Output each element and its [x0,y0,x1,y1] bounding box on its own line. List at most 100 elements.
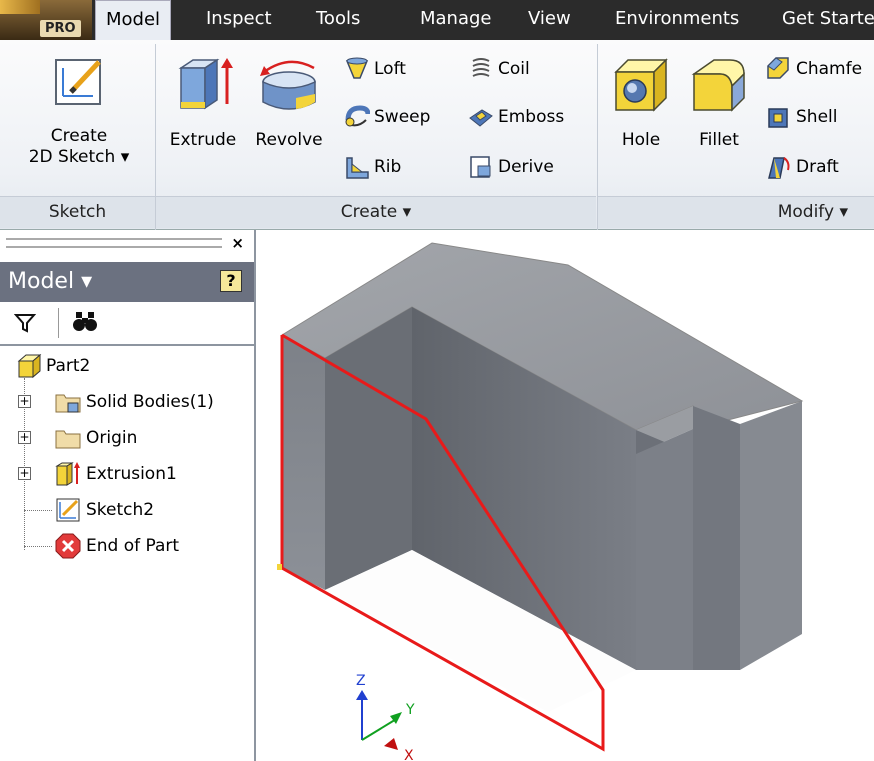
browser-toolbar [0,302,254,346]
emboss-label: Emboss [498,107,565,127]
tab-environments[interactable]: Environments [605,0,749,40]
chevron-down-icon: ▾ [81,269,93,294]
ribbon: Create 2D Sketch ▾ Sketch Extrude Revolv… [0,40,874,230]
panel-label-sketch: Sketch [0,196,155,228]
create-sketch-label-line2: 2D Sketch [28,147,116,167]
loft-button[interactable]: Loft [344,54,406,84]
expand-icon[interactable]: + [18,395,31,408]
tree-item-label: Origin [86,428,138,448]
body-right-side-face [740,401,802,670]
expand-icon[interactable]: + [18,467,31,480]
coil-button[interactable]: Coil [468,54,530,84]
revolve-button[interactable]: Revolve [246,54,332,151]
end-of-part-icon [55,533,81,559]
help-icon[interactable]: ? [220,270,242,292]
tab-inspect[interactable]: Inspect [196,0,282,40]
derive-icon [470,156,491,178]
rib-icon [346,157,369,179]
model-browser: × Model ▾ ? Part2 + Solid Bodies(1) + Or… [0,230,256,761]
sweep-label: Sweep [374,107,431,127]
body-left-wall [282,335,325,590]
hole-button[interactable]: Hole [606,54,676,151]
tree-item-label: Extrusion1 [86,464,177,484]
chamfer-button[interactable]: Chamfe [766,54,862,84]
tree-item-label: Part2 [46,356,91,376]
close-icon[interactable]: × [231,234,244,252]
sweep-button[interactable]: Sweep [344,102,430,132]
fillet-icon [691,59,745,112]
draft-button[interactable]: Draft [766,152,839,182]
axis-triad[interactable]: Z Y X [356,673,415,761]
tab-model[interactable]: Model [95,0,172,41]
tab-tools[interactable]: Tools [306,0,370,40]
sweep-icon [345,105,370,127]
create-sketch-label-line1: Create [50,126,108,146]
tab-manage[interactable]: Manage [410,0,502,40]
application-menu-button[interactable]: PRO [0,0,92,40]
draft-label: Draft [796,157,839,177]
sketch-icon [55,59,101,105]
tree-connector [24,510,52,511]
loft-icon [345,57,369,79]
shell-icon [768,108,788,128]
chamfer-icon [767,57,789,79]
browser-drag-handle[interactable] [6,238,222,248]
tree-item-label: Sketch2 [86,500,155,520]
shell-button[interactable]: Shell [766,102,837,132]
app-edition-badge: PRO [40,20,81,37]
filter-icon[interactable] [14,312,36,334]
part-icon [17,353,42,379]
derive-label: Derive [498,157,554,177]
x-axis-label: X [404,748,414,761]
body-step-front-face [693,406,740,670]
sketch-icon [56,498,80,522]
extrude-button[interactable]: Extrude [162,54,244,151]
chevron-down-icon: ▾ [120,147,130,167]
tree-item-label: Solid Bodies(1) [86,392,214,412]
emboss-button[interactable]: Emboss [468,102,564,132]
graphics-viewport[interactable]: Z Y X [258,230,874,761]
find-binoculars-icon[interactable] [72,310,98,334]
toolbar-divider [58,308,59,338]
emboss-icon [469,109,493,127]
app-logo-icon [0,0,40,14]
create-panel-label: Create [340,202,398,222]
create-2d-sketch-button[interactable]: Create 2D Sketch ▾ [14,54,144,168]
x-axis-marker [384,738,398,750]
extrude-label: Extrude [169,130,237,150]
extrude-icon [55,462,80,486]
tab-view[interactable]: View [518,0,581,40]
modify-panel-label: Modify [777,202,835,222]
solid-bodies-folder-icon [55,394,81,413]
derive-button[interactable]: Derive [468,152,554,182]
coil-label: Coil [498,59,530,79]
tab-get-started[interactable]: Get Starte [772,0,874,40]
chevron-down-icon: ▾ [402,202,412,222]
draft-icon [768,157,790,179]
loft-label: Loft [374,59,406,79]
extrude-icon [178,58,233,110]
fillet-button[interactable]: Fillet [682,54,756,151]
rib-label: Rib [374,157,402,177]
y-axis-label: Y [405,702,415,718]
tree-connector [24,546,52,547]
sketch-point [277,564,282,570]
chamfer-label: Chamfe [796,59,863,79]
expand-icon[interactable]: + [18,431,31,444]
panel-label-modify[interactable]: Modify ▾ [598,196,874,228]
hole-icon [614,58,668,112]
revolve-label: Revolve [255,130,323,150]
ribbon-tab-bar: PRO Model Inspect Tools Manage View Envi… [0,0,874,41]
panel-label-create[interactable]: Create ▾ [156,196,596,228]
chevron-down-icon: ▾ [839,202,848,222]
coil-icon [472,58,490,77]
revolve-icon [260,60,316,110]
part-model-view[interactable]: Z Y X [258,230,874,761]
rib-button[interactable]: Rib [344,152,401,182]
browser-title-dropdown[interactable]: Model ▾ ? [0,262,254,302]
z-axis-label: Z [356,673,366,689]
tree-item-label: End of Part [86,536,180,556]
fillet-label: Fillet [699,130,739,150]
body-step-side-face [636,429,693,670]
browser-title: Model [8,269,75,294]
